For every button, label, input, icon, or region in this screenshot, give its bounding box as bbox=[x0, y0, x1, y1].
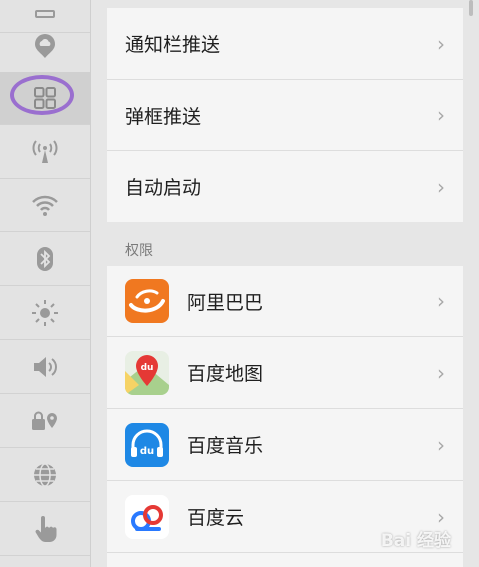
chevron-right-icon: › bbox=[437, 31, 445, 56]
svg-text:du: du bbox=[141, 363, 154, 373]
globe-icon bbox=[34, 463, 56, 487]
chevron-right-icon: › bbox=[437, 174, 445, 199]
svg-text:du: du bbox=[140, 446, 154, 457]
baidu-map-app-icon: du bbox=[125, 350, 169, 395]
alibaba-app-icon bbox=[125, 279, 169, 323]
app-name: 阿里巴巴 bbox=[187, 291, 264, 314]
app-name: 百度地图 bbox=[187, 363, 264, 385]
notification-push-label: 通知栏推送 bbox=[125, 34, 221, 56]
app-name: 百度音乐 bbox=[187, 435, 264, 457]
baidu-jingyan-watermark: Bai 经验 bbox=[380, 531, 451, 551]
auto-start-label: 自动启动 bbox=[125, 177, 202, 199]
chevron-right-icon: › bbox=[437, 289, 445, 313]
rail-item-signal[interactable] bbox=[0, 126, 90, 179]
wifi-icon bbox=[32, 195, 58, 216]
rail-item-bluetooth[interactable] bbox=[0, 233, 90, 286]
auto-start-row[interactable]: 自动启动 › bbox=[107, 151, 463, 222]
chevron-right-icon: › bbox=[437, 103, 445, 127]
app-name: 百度云 bbox=[187, 507, 245, 529]
scrollbar[interactable] bbox=[469, 0, 473, 16]
baidu-music-app-icon: du bbox=[125, 422, 169, 467]
cloud-icon bbox=[35, 34, 55, 58]
chevron-right-icon: › bbox=[437, 360, 445, 385]
app-settings-panel: 通知栏推送 › 弹框推送 › 自动启动 › 权限 阿里巴巴 › du 百度地图 … bbox=[91, 0, 479, 567]
rail-item-sound[interactable] bbox=[0, 341, 90, 394]
popup-push-row[interactable]: 弹框推送 › bbox=[107, 80, 463, 151]
rail-item-gestures[interactable] bbox=[0, 503, 90, 556]
permissions-section-header: 权限 bbox=[125, 243, 153, 259]
app-row-baidu-map[interactable]: du 百度地图 › bbox=[107, 337, 463, 409]
rail-item-cloud[interactable] bbox=[0, 20, 90, 73]
rail-item-brightness[interactable] bbox=[0, 287, 90, 340]
selection-highlight-circle bbox=[10, 75, 74, 115]
settings-category-rail bbox=[0, 0, 91, 567]
volume-icon bbox=[34, 357, 57, 377]
chevron-right-icon: › bbox=[437, 432, 445, 457]
popup-push-label: 弹框推送 bbox=[125, 105, 202, 128]
lock-location-icon bbox=[32, 411, 57, 430]
app-grid-icon bbox=[35, 10, 55, 18]
rail-item-wifi[interactable] bbox=[0, 179, 90, 232]
signal-tower-icon bbox=[32, 140, 58, 163]
rail-item-language[interactable] bbox=[0, 449, 90, 502]
notification-push-row[interactable]: 通知栏推送 › bbox=[107, 8, 463, 80]
rail-item-privacy[interactable] bbox=[0, 395, 90, 448]
brightness-icon bbox=[32, 300, 58, 326]
permissions-app-list: 阿里巴巴 › du 百度地图 › du 百度音乐 › 百度云 › bbox=[107, 266, 463, 567]
push-settings-group: 通知栏推送 › 弹框推送 › 自动启动 › bbox=[107, 8, 463, 222]
chevron-right-icon: › bbox=[437, 504, 445, 529]
app-row-alibaba[interactable]: 阿里巴巴 › bbox=[107, 266, 463, 337]
app-row-baidu-music[interactable]: du 百度音乐 › bbox=[107, 409, 463, 481]
hand-pointer-icon bbox=[35, 516, 57, 542]
baidu-cloud-app-icon bbox=[125, 494, 169, 539]
bluetooth-icon bbox=[37, 247, 53, 271]
